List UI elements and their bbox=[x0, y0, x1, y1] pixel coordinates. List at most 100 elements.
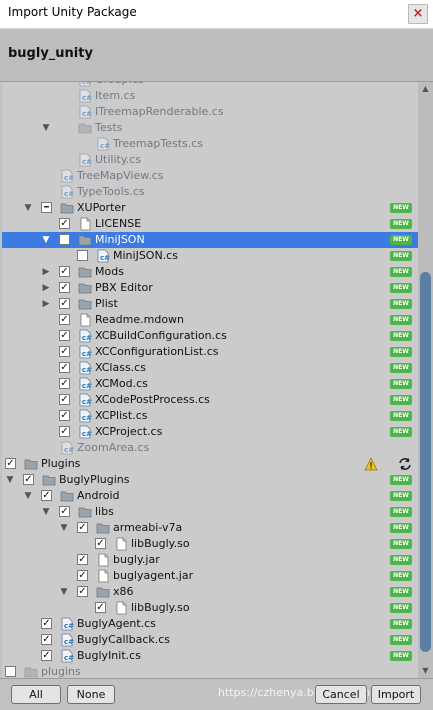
include-checkbox[interactable]: ✓ bbox=[41, 490, 52, 501]
tree-row-zoomarea-cs[interactable]: c# ZoomArea.cs bbox=[2, 440, 418, 456]
scroll-thumb[interactable] bbox=[420, 272, 431, 652]
expanded-arrow-icon[interactable]: ▼ bbox=[40, 120, 52, 136]
folder-icon bbox=[78, 121, 92, 135]
include-checkbox[interactable]: ✓ bbox=[77, 522, 88, 533]
include-checkbox[interactable]: ✓ bbox=[95, 538, 106, 549]
tree-row-mods[interactable]: ▶ ✓ Mods NEW bbox=[2, 264, 418, 280]
all-button[interactable]: All bbox=[11, 685, 61, 704]
tree-row-readme-mdown[interactable]: ✓ Readme.mdown NEW bbox=[2, 312, 418, 328]
collapsed-arrow-icon[interactable]: ▶ bbox=[40, 280, 52, 296]
include-checkbox[interactable]: ✓ bbox=[59, 282, 70, 293]
tree-row-plugins[interactable]: ▼✓Plugins bbox=[2, 456, 418, 472]
tree-row-minijson-cs[interactable]: c# MiniJSON.cs NEW bbox=[2, 248, 418, 264]
tree-row-x86[interactable]: ▼ ✓ x86 NEW bbox=[2, 584, 418, 600]
include-checkbox[interactable]: ✓ bbox=[59, 506, 70, 517]
expanded-arrow-icon[interactable]: ▼ bbox=[22, 200, 34, 216]
cancel-button[interactable]: Cancel bbox=[315, 685, 367, 704]
scroll-up-icon[interactable]: ▲ bbox=[418, 82, 433, 96]
tree-row-xcconfigurationlist-cs[interactable]: ✓ c# XCConfigurationList.cs NEW bbox=[2, 344, 418, 360]
include-checkbox[interactable]: ✓ bbox=[59, 266, 70, 277]
tree-row-armeabi-v7a[interactable]: ▼ ✓ armeabi-v7a NEW bbox=[2, 520, 418, 536]
close-button[interactable]: × bbox=[408, 4, 428, 24]
none-button[interactable]: None bbox=[67, 685, 115, 704]
include-checkbox[interactable]: ✓ bbox=[59, 218, 70, 229]
svg-text:c#: c# bbox=[82, 158, 92, 166]
include-checkbox[interactable]: ✓ bbox=[59, 394, 70, 405]
expanded-arrow-icon[interactable]: ▼ bbox=[40, 232, 52, 248]
tree-item-label: LICENSE bbox=[95, 217, 142, 230]
csharp-script-icon: c# bbox=[60, 185, 74, 199]
include-checkbox[interactable]: ✓ bbox=[5, 458, 16, 469]
include-checkbox[interactable] bbox=[59, 234, 70, 245]
tree-row-xcmod-cs[interactable]: ✓ c# XCMod.cs NEW bbox=[2, 376, 418, 392]
svg-text:c#: c# bbox=[82, 366, 92, 374]
tree-row-typetools-cs[interactable]: c# TypeTools.cs bbox=[2, 184, 418, 200]
tree-row-libbugly-so[interactable]: ✓ libBugly.so NEW bbox=[2, 600, 418, 616]
include-checkbox[interactable] bbox=[77, 250, 88, 261]
include-checkbox[interactable]: ✓ bbox=[23, 474, 34, 485]
include-checkbox[interactable]: ✓ bbox=[59, 346, 70, 357]
window-titlebar: Import Unity Package × bbox=[0, 0, 433, 29]
tree-row-minijson[interactable]: ▼ MiniJSON NEW bbox=[2, 232, 418, 248]
include-checkbox[interactable]: ✓ bbox=[59, 426, 70, 437]
include-checkbox[interactable]: ✓ bbox=[59, 330, 70, 341]
csharp-script-icon: c# bbox=[78, 82, 92, 87]
tree-row-itreemaprenderable-cs[interactable]: c# ITreemapRenderable.cs bbox=[2, 104, 418, 120]
tree-row-buglyagent-cs[interactable]: ✓ c# BuglyAgent.cs NEW bbox=[2, 616, 418, 632]
include-checkbox[interactable]: ✓ bbox=[59, 378, 70, 389]
tree-row-xcodepostprocess-cs[interactable]: ✓ c# XCodePostProcess.cs NEW bbox=[2, 392, 418, 408]
tree-row-xcplist-cs[interactable]: ✓ c# XCPlist.cs NEW bbox=[2, 408, 418, 424]
tree-row-xcproject-cs[interactable]: ✓ c# XCProject.cs NEW bbox=[2, 424, 418, 440]
tree-row-item-cs[interactable]: c# Item.cs bbox=[2, 88, 418, 104]
tree-row-buglyplugins[interactable]: ▼ ✓ BuglyPlugins NEW bbox=[2, 472, 418, 488]
include-checkbox[interactable] bbox=[5, 666, 16, 677]
tree-row-plugins[interactable]: ▶plugins bbox=[2, 664, 418, 678]
tree-row-libs[interactable]: ▼ ✓ libs NEW bbox=[2, 504, 418, 520]
vertical-scrollbar[interactable]: ▲ ▼ bbox=[418, 82, 433, 678]
tree-row-pbx-editor[interactable]: ▶ ✓ PBX Editor NEW bbox=[2, 280, 418, 296]
tree-row-bugly-jar[interactable]: ✓ bugly.jar NEW bbox=[2, 552, 418, 568]
include-checkbox[interactable]: ✓ bbox=[41, 634, 52, 645]
include-checkbox[interactable]: ✓ bbox=[59, 362, 70, 373]
tree-row-buglyinit-cs[interactable]: ✓ c# BuglyInit.cs NEW bbox=[2, 648, 418, 664]
collapsed-arrow-icon[interactable]: ▶ bbox=[40, 264, 52, 280]
include-checkbox[interactable]: ✓ bbox=[59, 298, 70, 309]
expanded-arrow-icon[interactable]: ▼ bbox=[4, 472, 16, 488]
include-checkbox[interactable]: ✓ bbox=[77, 570, 88, 581]
new-badge: NEW bbox=[390, 251, 412, 261]
include-checkbox[interactable]: ✓ bbox=[59, 314, 70, 325]
tree-row-buglyagent-jar[interactable]: ✓ buglyagent.jar NEW bbox=[2, 568, 418, 584]
include-checkbox[interactable]: ✓ bbox=[41, 650, 52, 661]
tree-row-android[interactable]: ▼ ✓ Android NEW bbox=[2, 488, 418, 504]
tree-row-xclass-cs[interactable]: ✓ c# XClass.cs NEW bbox=[2, 360, 418, 376]
tree-row-license[interactable]: ✓ LICENSE NEW bbox=[2, 216, 418, 232]
csharp-script-icon: c# bbox=[60, 633, 74, 647]
tree-row-libbugly-so[interactable]: ✓ libBugly.so NEW bbox=[2, 536, 418, 552]
expanded-arrow-icon[interactable]: ▼ bbox=[40, 504, 52, 520]
collapsed-arrow-icon[interactable]: ▶ bbox=[40, 296, 52, 312]
include-checkbox[interactable]: ✓ bbox=[41, 618, 52, 629]
include-checkbox[interactable]: ✓ bbox=[95, 602, 106, 613]
include-checkbox[interactable]: ✓ bbox=[77, 554, 88, 565]
package-tree[interactable]: c#Group.csc#Item.csc#ITreemapRenderable.… bbox=[2, 82, 418, 678]
include-checkbox[interactable]: ✓ bbox=[59, 410, 70, 421]
tree-row-tests[interactable]: ▼ Tests bbox=[2, 120, 418, 136]
expanded-arrow-icon[interactable]: ▼ bbox=[58, 584, 70, 600]
tree-row-utility-cs[interactable]: c# Utility.cs bbox=[2, 152, 418, 168]
include-checkbox[interactable]: – bbox=[41, 200, 52, 213]
tree-row-xcbuildconfiguration-cs[interactable]: ✓ c# XCBuildConfiguration.cs NEW bbox=[2, 328, 418, 344]
new-badge: NEW bbox=[390, 411, 412, 421]
scroll-down-icon[interactable]: ▼ bbox=[418, 664, 433, 678]
include-checkbox[interactable]: ✓ bbox=[77, 586, 88, 597]
import-button[interactable]: Import bbox=[371, 685, 421, 704]
new-badge: NEW bbox=[390, 379, 412, 389]
expanded-arrow-icon[interactable]: ▼ bbox=[58, 520, 70, 536]
expanded-arrow-icon[interactable]: ▼ bbox=[22, 488, 34, 504]
tree-row-plist[interactable]: ▶ ✓ Plist NEW bbox=[2, 296, 418, 312]
tree-row-treemapview-cs[interactable]: c# TreeMapView.cs bbox=[2, 168, 418, 184]
svg-text:c#: c# bbox=[100, 254, 110, 262]
package-name: bugly_unity bbox=[8, 46, 93, 61]
tree-row-xuporter[interactable]: ▼ – XUPorter NEW bbox=[2, 200, 418, 216]
tree-row-treemaptests-cs[interactable]: c# TreemapTests.cs bbox=[2, 136, 418, 152]
tree-row-buglycallback-cs[interactable]: ✓ c# BuglyCallback.cs NEW bbox=[2, 632, 418, 648]
